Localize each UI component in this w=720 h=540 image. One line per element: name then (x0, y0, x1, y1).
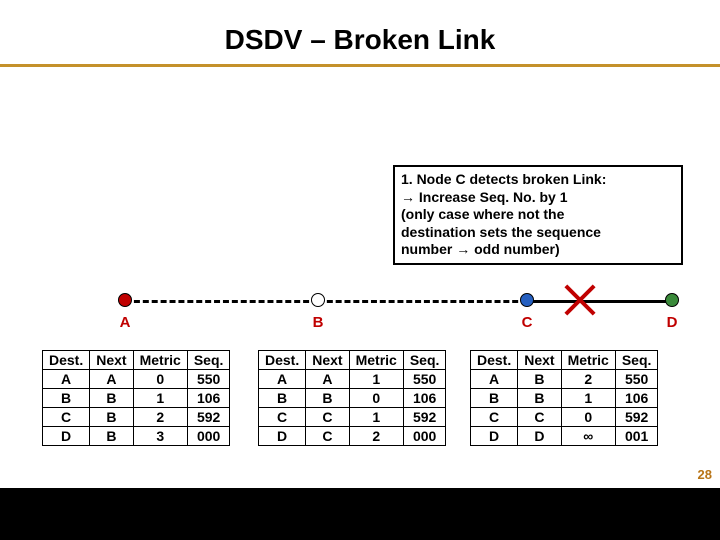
table-cell: B (259, 389, 306, 408)
table-header: Dest. (43, 351, 90, 370)
table-cell: 1 (349, 370, 403, 389)
table-cell: 0 (349, 389, 403, 408)
table-row: AB2550 (471, 370, 658, 389)
table-cell: ∞ (561, 427, 615, 446)
table-cell: 592 (187, 408, 230, 427)
table-cell: C (259, 408, 306, 427)
routing-table-c: Dest.NextMetricSeq.AB2550BB1106CC0592DD∞… (470, 350, 658, 446)
routing-table-b: Dest.NextMetricSeq.AA1550BB0106CC1592DC2… (258, 350, 446, 446)
annotation-note: 1. Node C detects broken Link: → Increas… (393, 165, 683, 265)
table-row: DB3000 (43, 427, 230, 446)
routing-table-a: Dest.NextMetricSeq.AA0550BB1106CB2592DB3… (42, 350, 230, 446)
note-line: 1. Node C detects broken Link: (401, 171, 675, 189)
table-header: Seq. (615, 351, 658, 370)
table-cell: C (471, 408, 518, 427)
node-a (118, 293, 132, 307)
table-header: Next (90, 351, 133, 370)
table-cell: 2 (349, 427, 403, 446)
table-cell: B (90, 389, 133, 408)
page-title: DSDV – Broken Link (0, 0, 720, 64)
note-line: (only case where not the (401, 206, 675, 224)
table-header: Seq. (403, 351, 446, 370)
node-d (665, 293, 679, 307)
table-cell: D (471, 427, 518, 446)
table-cell: 106 (187, 389, 230, 408)
page-number: 28 (698, 467, 712, 482)
table-cell: 106 (615, 389, 658, 408)
table-cell: 1 (349, 408, 403, 427)
table-cell: B (90, 427, 133, 446)
table-row: DC2000 (259, 427, 446, 446)
table-header: Metric (349, 351, 403, 370)
table-cell: D (259, 427, 306, 446)
note-line: number → odd number) (401, 241, 675, 259)
table-row: BB1106 (43, 389, 230, 408)
table-cell: 550 (615, 370, 658, 389)
table-row: AA0550 (43, 370, 230, 389)
table-cell: 2 (133, 408, 187, 427)
table-cell: 2 (561, 370, 615, 389)
table-cell: C (518, 408, 561, 427)
table-header: Seq. (187, 351, 230, 370)
table-row: CC0592 (471, 408, 658, 427)
edge-b-c (318, 300, 527, 303)
table-header: Dest. (259, 351, 306, 370)
table-header: Next (518, 351, 561, 370)
table-cell: C (306, 427, 349, 446)
table-cell: 1 (133, 389, 187, 408)
node-label-a: A (115, 314, 135, 331)
table-cell: D (518, 427, 561, 446)
table-cell: B (43, 389, 90, 408)
table-cell: 106 (403, 389, 446, 408)
table-cell: B (518, 389, 561, 408)
table-cell: 592 (615, 408, 658, 427)
table-row: CC1592 (259, 408, 446, 427)
table-row: AA1550 (259, 370, 446, 389)
table-cell: 000 (187, 427, 230, 446)
table-cell: 3 (133, 427, 187, 446)
routing-tables: Dest.NextMetricSeq.AA0550BB1106CB2592DB3… (0, 350, 720, 480)
table-cell: 0 (133, 370, 187, 389)
note-line: → Increase Seq. No. by 1 (401, 189, 675, 207)
note-line: destination sets the sequence (401, 224, 675, 242)
table-cell: A (306, 370, 349, 389)
table-cell: C (43, 408, 90, 427)
table-cell: B (306, 389, 349, 408)
table-header: Dest. (471, 351, 518, 370)
table-row: CB2592 (43, 408, 230, 427)
table-cell: B (518, 370, 561, 389)
table-cell: C (306, 408, 349, 427)
table-cell: A (259, 370, 306, 389)
title-rule (0, 64, 720, 67)
table-cell: A (43, 370, 90, 389)
table-cell: A (471, 370, 518, 389)
table-cell: B (471, 389, 518, 408)
node-label-d: D (662, 314, 682, 331)
table-row: BB0106 (259, 389, 446, 408)
table-cell: 592 (403, 408, 446, 427)
broken-link-icon (560, 280, 600, 320)
edge-a-b (125, 300, 318, 303)
table-header: Metric (561, 351, 615, 370)
node-b (311, 293, 325, 307)
table-cell: 000 (403, 427, 446, 446)
table-cell: D (43, 427, 90, 446)
table-cell: 550 (187, 370, 230, 389)
node-c (520, 293, 534, 307)
table-row: DD∞001 (471, 427, 658, 446)
table-row: BB1106 (471, 389, 658, 408)
table-cell: 0 (561, 408, 615, 427)
table-cell: 001 (615, 427, 658, 446)
table-cell: 1 (561, 389, 615, 408)
table-cell: A (90, 370, 133, 389)
table-header: Next (306, 351, 349, 370)
table-cell: 550 (403, 370, 446, 389)
node-label-b: B (308, 314, 328, 331)
node-label-c: C (517, 314, 537, 331)
table-cell: B (90, 408, 133, 427)
table-header: Metric (133, 351, 187, 370)
